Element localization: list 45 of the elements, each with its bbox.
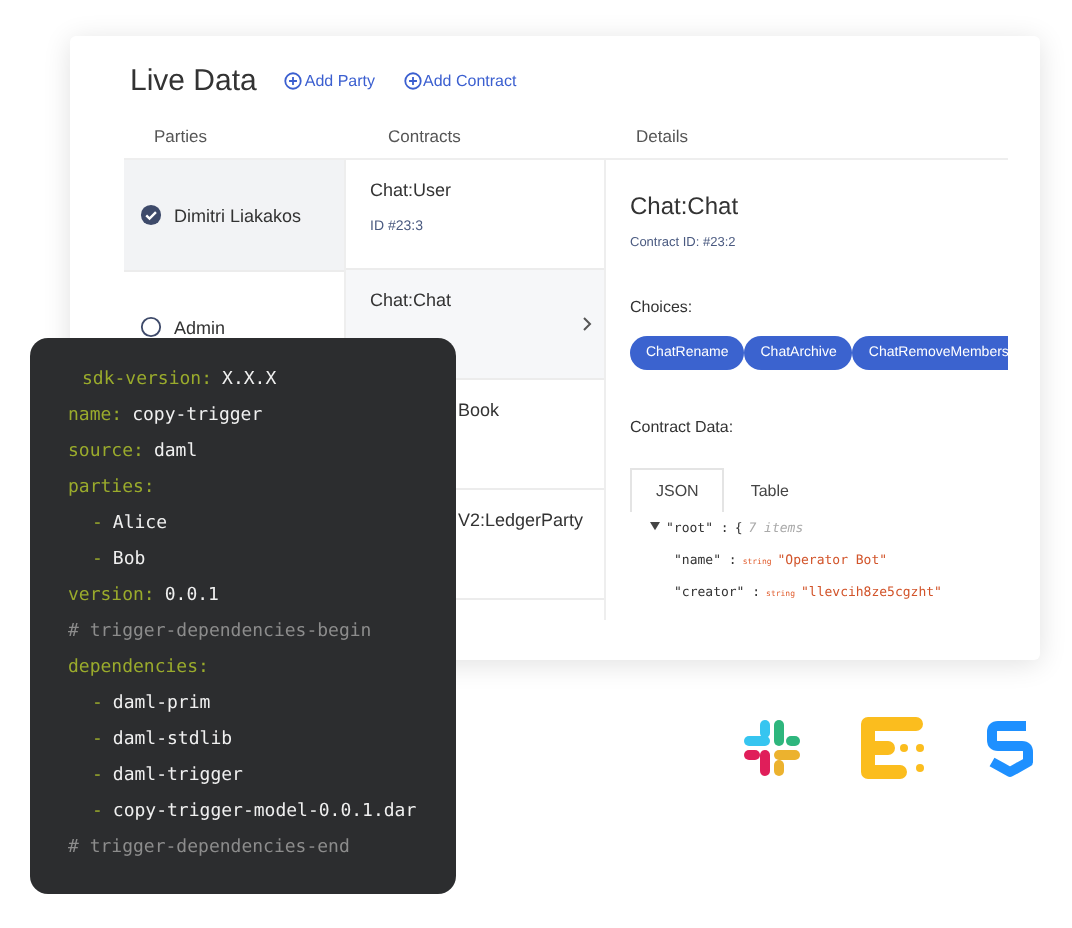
yaml-value: copy-trigger-model-0.0.1.dar <box>112 802 417 822</box>
list-dash: - <box>90 694 103 714</box>
yaml-key: source: <box>68 442 144 462</box>
choices-label: Choices: <box>630 298 695 316</box>
list-dash: - <box>90 550 103 570</box>
yaml-key: parties: <box>68 478 155 498</box>
list-dash: - <box>90 766 103 786</box>
yaml-value: X.X.X <box>222 370 277 390</box>
yaml-value: copy-trigger <box>132 406 263 426</box>
view-tab[interactable]: JSON <box>630 468 725 512</box>
contract-data-label: Contract Data: <box>630 418 736 436</box>
list-dash: - <box>90 802 103 822</box>
chevron-right-icon <box>582 316 592 332</box>
contract-name: Chat:Chat <box>370 290 454 310</box>
yaml-key: name: <box>68 406 123 426</box>
yaml-comment: # trigger-dependencies-begin <box>68 622 372 642</box>
expand-triangle-icon[interactable] <box>650 522 660 532</box>
yaml-value: daml-trigger <box>112 766 243 786</box>
view-tab[interactable]: Table <box>724 468 815 512</box>
yaml-value: Bob <box>112 550 146 570</box>
add-link[interactable]: Add Party <box>284 72 376 90</box>
contract-title: Chat:Chat <box>630 192 741 220</box>
list-dash: - <box>90 730 103 750</box>
yaml-key: dependencies: <box>68 658 209 678</box>
contract-name: Chat:User <box>370 180 454 200</box>
contract-name: V2:LedgerParty <box>458 510 580 530</box>
party-name: Admin <box>174 317 226 337</box>
plus-circle-icon <box>284 72 303 90</box>
page-title: Live Data <box>130 64 257 98</box>
shield-s-logo-icon <box>984 716 1036 780</box>
yaml-value: daml-prim <box>112 694 211 714</box>
yaml-value: daml-stdlib <box>112 730 233 750</box>
party-name: Dimitri Liakakos <box>174 205 302 225</box>
yaml-comment: # trigger-dependencies-end <box>68 838 350 858</box>
list-dash: - <box>90 514 103 534</box>
add-link[interactable]: Add Contract <box>403 72 517 90</box>
column-header: Details <box>606 126 1008 160</box>
yaml-value: Alice <box>112 514 168 534</box>
contract-name: Book <box>458 400 502 420</box>
plus-circle-icon <box>403 72 422 90</box>
yaml-key: version: <box>68 586 155 606</box>
yaml-value: daml <box>153 442 198 462</box>
hashtag-logo-icon <box>740 716 804 780</box>
party-item[interactable]: Dimitri Liakakos <box>124 160 344 272</box>
yaml-value: 0.0.1 <box>164 586 219 606</box>
